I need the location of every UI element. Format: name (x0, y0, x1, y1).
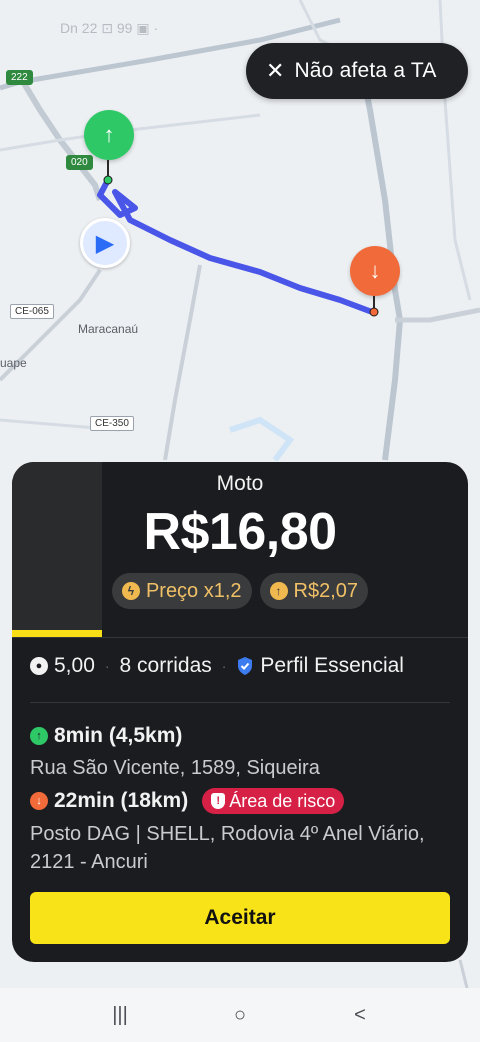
dropoff-dot-icon: ↓ (30, 792, 48, 810)
rides-count: 8 corridas (119, 654, 212, 677)
recents-button[interactable]: ||| (100, 995, 140, 1035)
dismiss-button[interactable]: ✕ Não afeta a TA (246, 43, 468, 99)
surge-label: Preço x1,2 (145, 579, 242, 602)
back-button[interactable]: < (340, 995, 380, 1035)
rating-value: 5,00 (54, 654, 95, 677)
risk-badge: ! Área de risco (202, 788, 345, 814)
road-label: CE-350 (90, 416, 134, 431)
home-button[interactable]: ○ (220, 995, 260, 1035)
road-label: 222 (6, 70, 33, 85)
home-icon: ○ (233, 1003, 247, 1026)
system-nav-bar: ||| ○ < (0, 988, 480, 1042)
place-label: uape (0, 356, 27, 370)
dropoff-stop: ↓ 22min (18km) ! Área de risco Posto DAG… (30, 788, 430, 876)
surge-tag: ϟ Preço x1,2 (111, 573, 252, 609)
ride-type: Moto (216, 472, 264, 495)
divider (12, 637, 468, 638)
dropoff-pin: ↓ (350, 246, 400, 296)
close-icon: ✕ (266, 58, 285, 83)
recents-icon: ||| (112, 1003, 128, 1026)
route-line (97, 177, 375, 315)
arrow-down-icon: ↓ (369, 258, 381, 283)
person-icon: ● (30, 657, 48, 675)
separator-dot: · (221, 658, 227, 674)
risk-label: Área de risco (229, 790, 336, 811)
pickup-pin: ↑ (84, 110, 134, 160)
lightning-icon: ϟ (121, 582, 140, 600)
arrow-up-icon: ↑ (103, 122, 115, 147)
navigation-arrow-icon: ▶ (95, 229, 115, 257)
road-label: CE-065 (10, 304, 54, 319)
price-tags: ϟ Preço x1,2 ↑ R$2,07 (12, 573, 468, 609)
status-bar: Dn 22 ⊡ 99 ▣ · (60, 20, 159, 36)
ride-offer-card: Moto R$16,80 ϟ Preço x1,2 ↑ R$2,07 ● 5,0… (12, 462, 468, 962)
passenger-info: ● 5,00 · 8 corridas · Perfil Essencial (30, 654, 404, 678)
divider (30, 702, 450, 703)
dropoff-address: Posto DAG | SHELL, Rodovia 4º Anel Viári… (30, 823, 425, 873)
pickup-stop: ↑ 8min (4,5km) Rua São Vicente, 1589, Si… (30, 724, 430, 782)
place-label: Maracanaú (78, 322, 139, 336)
bonus-label: R$2,07 (293, 579, 359, 602)
back-icon: < (354, 1003, 366, 1026)
pickup-eta: 8min (4,5km) (54, 724, 183, 747)
pickup-address: Rua São Vicente, 1589, Siqueira (30, 757, 320, 779)
bonus-tag: ↑ R$2,07 (259, 573, 369, 609)
shield-check-icon (236, 656, 254, 676)
current-location-marker: ▶ (80, 218, 130, 268)
dropoff-eta: 22min (18km) (54, 789, 189, 812)
profile-label: Perfil Essencial (260, 654, 404, 677)
accept-button[interactable]: Aceitar (30, 892, 450, 944)
offer-price: R$16,80 (143, 503, 337, 561)
warning-shield-icon: ! (211, 793, 226, 809)
separator-dot: · (104, 658, 110, 674)
road-label: 020 (66, 155, 93, 170)
dismiss-label: Não afeta a TA (294, 59, 437, 82)
arrow-up-circle-icon: ↑ (269, 582, 288, 600)
pickup-dot-icon: ↑ (30, 727, 48, 745)
